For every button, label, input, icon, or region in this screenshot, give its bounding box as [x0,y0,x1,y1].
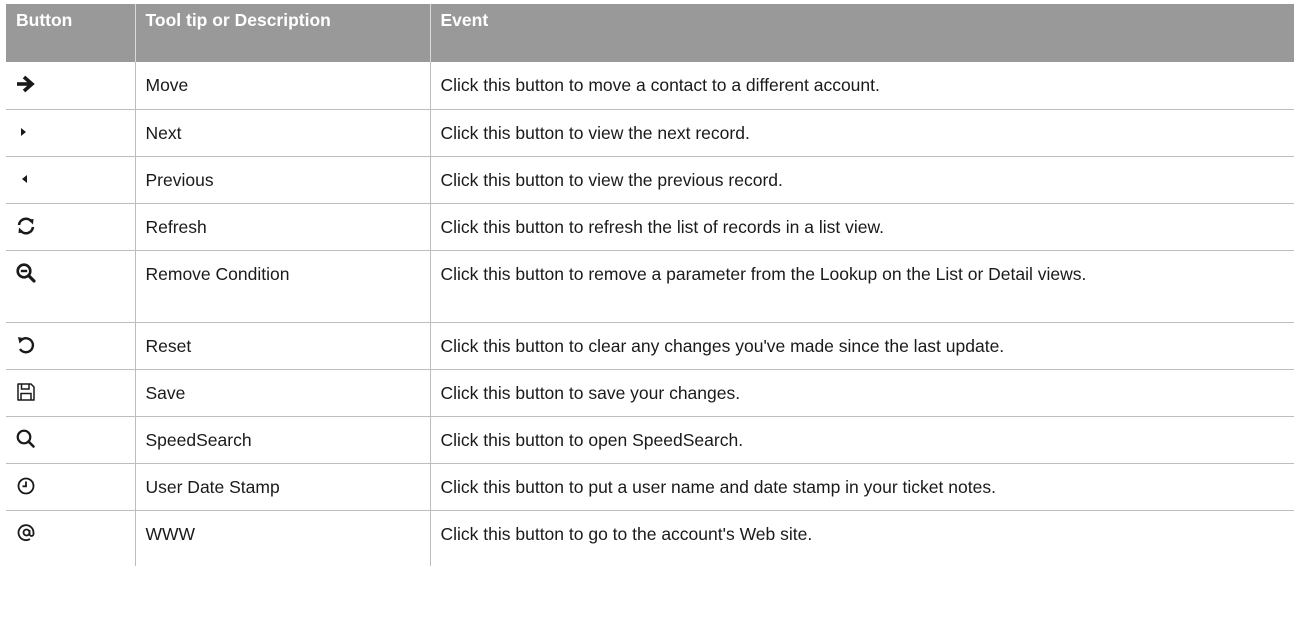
table-row: Remove Condition Click this button to re… [6,250,1294,323]
table-row: Refresh Click this button to refresh the… [6,203,1294,251]
header-button: Button [6,4,135,62]
button-cell [6,203,135,251]
tooltip-cell: Move [134,62,430,110]
reset-icon [15,334,37,356]
button-cell [6,322,135,370]
tooltip-cell: Next [134,109,430,157]
event-cell: Click this button to clear any changes y… [429,322,1294,370]
play-previous-icon [15,168,37,190]
table-row: Reset Click this button to clear any cha… [6,322,1294,370]
tooltip-cell: Save [134,369,430,417]
table-row: WWW Click this button to go to the accou… [6,510,1294,566]
tooltip-cell: WWW [134,510,430,566]
table-row: Next Click this button to view the next … [6,109,1294,157]
tooltip-cell: Refresh [134,203,430,251]
table-row: Move Click this button to move a contact… [6,62,1294,110]
clock-icon [15,475,37,497]
button-cell [6,416,135,464]
event-cell: Click this button to remove a parameter … [429,250,1294,323]
header-tooltip: Tool tip or Description [134,4,430,62]
save-icon [15,381,37,403]
event-cell: Click this button to view the previous r… [429,156,1294,204]
button-cell [6,369,135,417]
table-row: User Date Stamp Click this button to put… [6,463,1294,511]
event-cell: Click this button to refresh the list of… [429,203,1294,251]
table-header-row: Button Tool tip or Description Event [6,4,1294,62]
tooltip-cell: User Date Stamp [134,463,430,511]
tooltip-cell: Remove Condition [134,250,430,323]
button-cell [6,463,135,511]
button-cell [6,510,135,566]
arrow-right-icon [15,73,37,95]
zoom-out-icon [15,262,37,284]
event-cell: Click this button to open SpeedSearch. [429,416,1294,464]
tooltip-cell: SpeedSearch [134,416,430,464]
button-cell [6,109,135,157]
button-reference-table: Button Tool tip or Description Event Mov… [6,4,1294,566]
play-next-icon [15,121,37,143]
search-icon [15,428,37,450]
event-cell: Click this button to view the next recor… [429,109,1294,157]
button-cell [6,156,135,204]
event-cell: Click this button to put a user name and… [429,463,1294,511]
event-cell: Click this button to save your changes. [429,369,1294,417]
event-cell: Click this button to move a contact to a… [429,62,1294,110]
button-cell [6,250,135,323]
tooltip-cell: Previous [134,156,430,204]
refresh-icon [15,215,37,237]
event-cell: Click this button to go to the account's… [429,510,1294,566]
at-sign-icon [15,522,37,544]
tooltip-cell: Reset [134,322,430,370]
table-row: Previous Click this button to view the p… [6,156,1294,204]
button-cell [6,62,135,110]
table-row: SpeedSearch Click this button to open Sp… [6,416,1294,464]
table-row: Save Click this button to save your chan… [6,369,1294,417]
header-event: Event [429,4,1294,62]
